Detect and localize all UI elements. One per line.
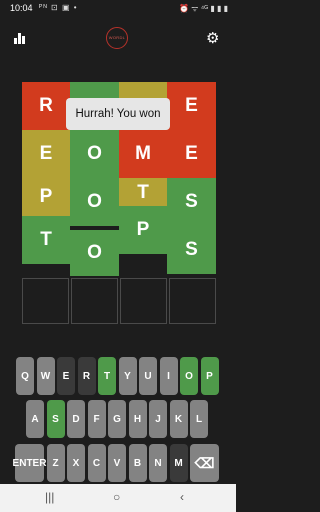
key-u[interactable]: U xyxy=(139,357,157,395)
key-enter[interactable]: ENTER xyxy=(13,444,46,482)
tile: E xyxy=(167,82,216,130)
app-bar: WORDL ⚙ xyxy=(0,24,236,52)
key-b[interactable]: B xyxy=(128,444,147,482)
key-g[interactable]: G xyxy=(108,400,126,438)
key-r[interactable]: R xyxy=(77,357,96,395)
empty-tile xyxy=(71,278,118,324)
key-v[interactable]: V xyxy=(108,444,126,482)
clock: 10:04 xyxy=(10,3,33,13)
home-button[interactable]: ○ xyxy=(113,490,120,504)
app-logo: WORDL xyxy=(106,27,128,49)
key-x[interactable]: X xyxy=(67,444,85,482)
recents-button[interactable]: ||| xyxy=(45,490,54,504)
tile: O xyxy=(70,178,119,226)
empty-tile xyxy=(22,278,69,324)
system-nav-bar: ||| ○ ‹ xyxy=(0,484,236,512)
key-w[interactable]: W xyxy=(36,357,55,395)
tile: E xyxy=(167,130,216,178)
tile: P xyxy=(119,206,167,254)
key-a[interactable]: A xyxy=(26,400,44,438)
tile: T xyxy=(119,178,167,208)
system-status-icons: ⏰ ᯤ ⁴ᴳ ▮ ▮ ▮ xyxy=(179,4,228,13)
key-h[interactable]: H xyxy=(128,400,147,438)
tile: R xyxy=(22,82,70,130)
win-toast: Hurrah! You won xyxy=(66,98,170,130)
status-bar: 10:04 ᴾᴺ ⊡ ▣ • ⏰ ᯤ ⁴ᴳ ▮ ▮ ▮ xyxy=(0,0,236,18)
tile: E xyxy=(22,130,70,178)
key-z[interactable]: Z xyxy=(46,444,65,482)
empty-tile xyxy=(120,278,167,324)
tile: P xyxy=(22,178,70,216)
stats-icon[interactable] xyxy=(14,33,25,44)
back-button[interactable]: ‹ xyxy=(180,490,184,504)
tile: T xyxy=(22,216,70,264)
empty-tile xyxy=(169,278,216,324)
key-backspace[interactable]: ⌫ xyxy=(190,444,219,482)
key-d[interactable]: D xyxy=(67,400,85,438)
key-s[interactable]: S xyxy=(46,400,65,438)
key-t[interactable]: T xyxy=(98,357,116,395)
key-y[interactable]: Y xyxy=(118,357,137,395)
key-f[interactable]: F xyxy=(87,400,106,438)
key-q[interactable]: Q xyxy=(16,357,34,395)
tile: M xyxy=(119,130,167,178)
keyboard: Q W E R T Y U I O P A S D F G H J K L ENTER Z X C V B N M ⌫ xyxy=(0,355,236,483)
key-c[interactable]: C xyxy=(87,444,106,482)
notification-icons: ᴾᴺ ⊡ ▣ • xyxy=(39,3,78,12)
settings-icon[interactable]: ⚙ xyxy=(206,29,219,47)
key-n[interactable]: N xyxy=(149,444,167,482)
key-m[interactable]: M xyxy=(169,444,188,482)
key-p[interactable]: P xyxy=(200,357,219,395)
key-o[interactable]: O xyxy=(180,357,198,395)
tile: S xyxy=(167,178,216,226)
tile: S xyxy=(167,226,216,274)
tile: O xyxy=(70,230,119,276)
key-j[interactable]: J xyxy=(149,400,167,438)
key-l[interactable]: L xyxy=(190,400,208,438)
key-k[interactable]: K xyxy=(169,400,188,438)
key-e[interactable]: E xyxy=(57,357,75,395)
tile: O xyxy=(70,130,119,178)
logo-text: WORDL xyxy=(108,35,126,40)
key-i[interactable]: I xyxy=(159,357,178,395)
